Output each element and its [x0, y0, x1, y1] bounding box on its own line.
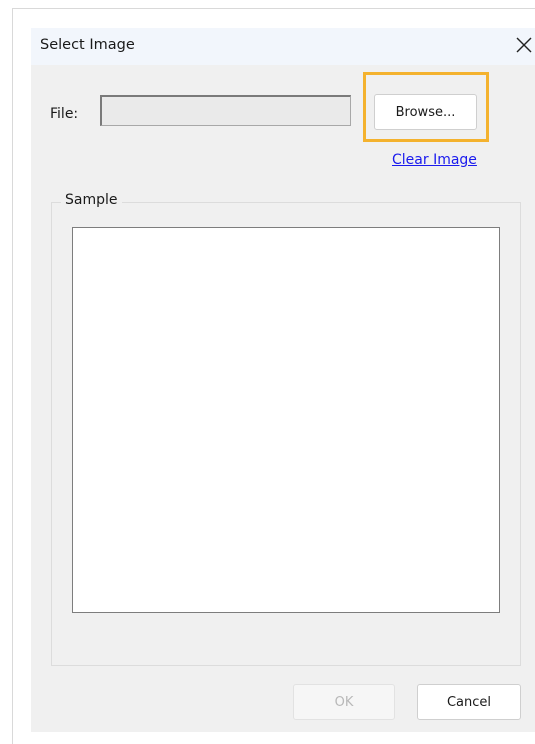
file-label: File: [50, 106, 79, 122]
sample-group: Sample [51, 192, 521, 666]
browse-button[interactable]: Browse... [374, 94, 477, 130]
file-path-input[interactable] [100, 95, 351, 126]
close-icon[interactable] [513, 34, 535, 56]
sample-group-label: Sample [61, 192, 122, 208]
select-image-dialog: Select Image File: Browse... Clear Image… [31, 28, 535, 732]
ok-button[interactable]: OK [293, 684, 395, 720]
dialog-title: Select Image [40, 37, 135, 53]
cancel-button[interactable]: Cancel [417, 684, 521, 720]
clear-image-link[interactable]: Clear Image [392, 152, 477, 168]
sample-preview-area [72, 227, 500, 613]
dialog-titlebar: Select Image [31, 28, 535, 65]
